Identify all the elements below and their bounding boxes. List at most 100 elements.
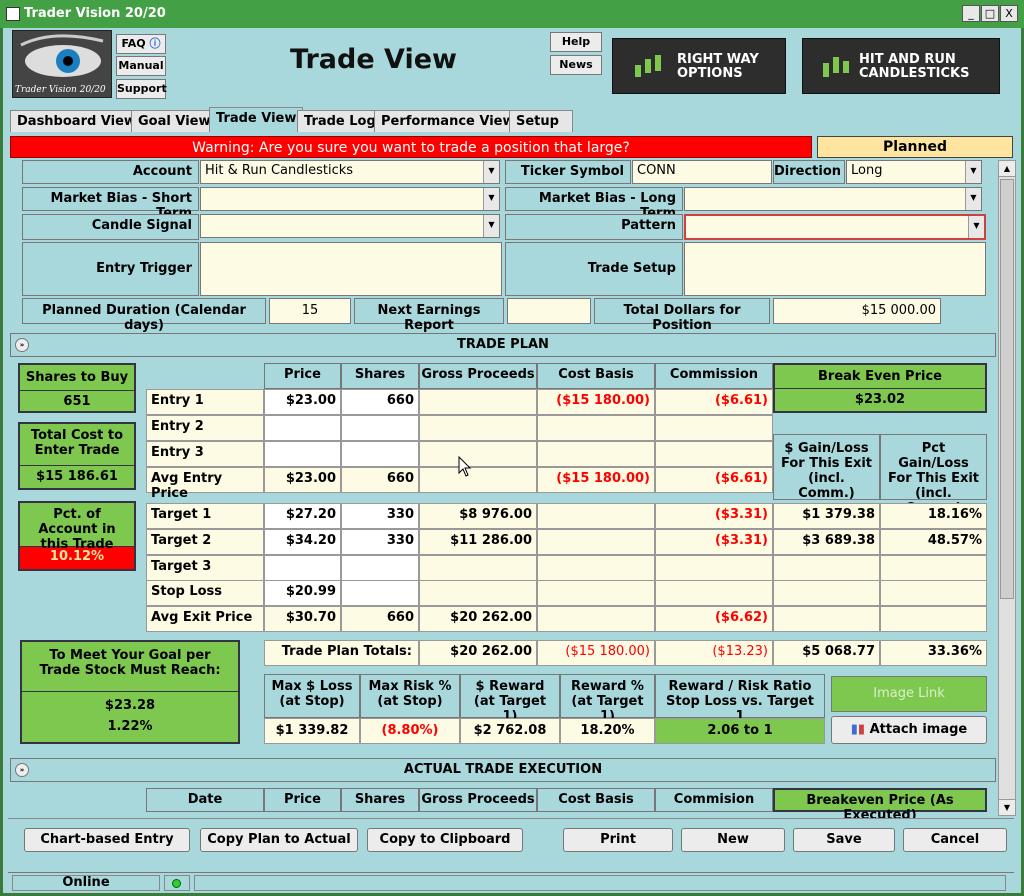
shares-to-buy-box: Shares to Buy 651 — [18, 363, 136, 413]
right-way-options-banner[interactable]: RIGHT WAY OPTIONS — [612, 38, 786, 94]
price-input-entry1[interactable]: $23.00 — [264, 389, 341, 415]
price-input-entry2[interactable] — [264, 415, 341, 441]
chart-based-entry-button[interactable]: Chart-based Entry — [24, 828, 190, 852]
shares-to-buy-value: 651 — [63, 394, 91, 409]
commission-entry2 — [655, 415, 773, 441]
attach-image-button[interactable]: ▮▮ Attach image — [831, 716, 987, 744]
commission-avg_entry: ($6.61) — [655, 467, 773, 493]
scroll-thumb[interactable] — [1000, 179, 1014, 599]
chart-icon-bar: ▮ — [857, 722, 866, 737]
shares-input-stop[interactable] — [341, 580, 419, 606]
pct-target3 — [880, 555, 987, 581]
ticker-label: Ticker Symbol — [505, 160, 631, 184]
row-label-entry3: Entry 3 — [146, 441, 264, 467]
new-button[interactable]: New — [681, 828, 785, 852]
close-button[interactable]: X — [1000, 5, 1018, 22]
shares-input-avg_exit: 660 — [341, 606, 419, 632]
manual-button[interactable]: Manual — [116, 56, 166, 76]
entry-trigger-label: Entry Trigger — [22, 242, 199, 296]
maximize-button[interactable]: □ — [981, 5, 999, 22]
news-button[interactable]: News — [550, 55, 602, 75]
print-button[interactable]: Print — [563, 828, 673, 852]
window-title: Trader Vision 20/20 — [24, 6, 166, 21]
image-link-button[interactable]: Image Link — [831, 676, 987, 712]
gross-avg_entry — [419, 467, 537, 493]
shares-input-target3[interactable] — [341, 555, 419, 581]
price-input-avg_entry: $23.00 — [264, 467, 341, 493]
status-bar: Online — [8, 872, 1014, 892]
commission-avg_exit: ($6.62) — [655, 606, 773, 632]
collapse-icon[interactable]: » — [15, 763, 29, 777]
hit-and-run-banner[interactable]: HIT AND RUN CANDLESTICKS — [802, 38, 1000, 94]
bias-long-label: Market Bias - Long Term — [505, 187, 683, 221]
minimize-button[interactable]: _ — [962, 5, 980, 22]
shares-input-target1[interactable]: 330 — [341, 503, 419, 529]
trade-plan-section[interactable]: » TRADE PLAN — [10, 333, 996, 357]
price-input-stop[interactable]: $20.99 — [264, 580, 341, 606]
tab-performance-view[interactable]: Performance View — [374, 110, 522, 132]
shares-input-entry2[interactable] — [341, 415, 419, 441]
duration-input[interactable]: 15 — [269, 298, 351, 324]
bias-long-select[interactable]: ▼ — [684, 187, 982, 211]
direction-label: Direction — [773, 160, 845, 184]
faq-button[interactable]: FAQ ⓘ — [116, 34, 166, 54]
gross-entry1 — [419, 389, 537, 415]
collapse-icon[interactable]: » — [15, 338, 29, 352]
price-input-target1[interactable]: $27.20 — [264, 503, 341, 529]
tab-dashboard-view[interactable]: Dashboard View — [10, 110, 143, 132]
total-cost-value: $15 186.61 — [36, 469, 118, 484]
page-title: Trade View — [290, 44, 457, 75]
pattern-select[interactable]: ▼ — [684, 214, 986, 240]
gross-entry3 — [419, 441, 537, 467]
tab-trade-view[interactable]: Trade View — [209, 107, 304, 132]
shares-input-entry1[interactable]: 660 — [341, 389, 419, 415]
max-loss-label: Max $ Loss (at Stop) — [264, 674, 360, 718]
direction-value: Long — [851, 163, 883, 178]
shares-input-target2[interactable]: 330 — [341, 529, 419, 555]
pct-target2: 48.57% — [880, 529, 987, 555]
candlestick-icon — [823, 57, 849, 77]
totals-commission: ($13.23) — [655, 640, 773, 666]
tab-goal-view[interactable]: Goal View — [131, 110, 218, 132]
support-button[interactable]: Support — [116, 79, 167, 99]
cost-avg_entry: ($15 180.00) — [537, 467, 655, 493]
total-dollars-input[interactable]: $15 000.00 — [773, 298, 941, 324]
actual-section[interactable]: » ACTUAL TRADE EXECUTION — [10, 758, 996, 782]
bias-short-select[interactable]: ▼ — [200, 187, 500, 211]
col-gross: Gross Proceeds — [419, 363, 537, 389]
logo-caption: Trader Vision 20/20 — [15, 85, 106, 95]
chevron-down-icon: ▼ — [965, 188, 981, 210]
row-label-target1: Target 1 — [146, 503, 264, 529]
copy-plan-button[interactable]: Copy Plan to Actual — [200, 828, 358, 852]
trade-setup-input[interactable] — [684, 242, 986, 296]
status-indicator — [164, 875, 190, 891]
save-button[interactable]: Save — [793, 828, 895, 852]
copy-clipboard-button[interactable]: Copy to Clipboard — [367, 828, 523, 852]
faq-icon: ⓘ — [149, 37, 161, 50]
actual-col-price: Price — [264, 788, 341, 812]
cost-entry3 — [537, 441, 655, 467]
earnings-input[interactable] — [507, 298, 591, 324]
row-label-entry1: Entry 1 — [146, 389, 264, 415]
entry-trigger-input[interactable] — [200, 242, 502, 296]
price-input-target3[interactable] — [264, 555, 341, 581]
account-select[interactable]: Hit & Run Candlesticks ▼ — [200, 160, 500, 184]
gain-target2: $3 689.38 — [773, 529, 880, 555]
scroll-up-icon[interactable]: ▲ — [999, 161, 1015, 177]
help-button[interactable]: Help — [550, 32, 602, 52]
scroll-down-icon[interactable]: ▼ — [999, 799, 1015, 815]
tab-setup[interactable]: Setup — [509, 110, 573, 132]
tab-trade-log[interactable]: Trade Log — [297, 110, 383, 132]
candle-signal-select[interactable]: ▼ — [200, 214, 500, 238]
ticker-input[interactable]: CONN — [632, 160, 772, 184]
price-input-target2[interactable]: $34.20 — [264, 529, 341, 555]
commission-target2: ($3.31) — [655, 529, 773, 555]
vertical-scrollbar[interactable]: ▲ ▼ — [998, 160, 1016, 816]
shares-input-entry3[interactable] — [341, 441, 419, 467]
price-input-entry3[interactable] — [264, 441, 341, 467]
cancel-button[interactable]: Cancel — [903, 828, 1007, 852]
reward-value: $2 762.08 — [460, 718, 560, 744]
goal-box: To Meet Your Goal per Trade Stock Must R… — [20, 640, 240, 744]
direction-select[interactable]: Long ▼ — [846, 160, 982, 184]
totals-label: Trade Plan Totals: — [264, 640, 419, 666]
